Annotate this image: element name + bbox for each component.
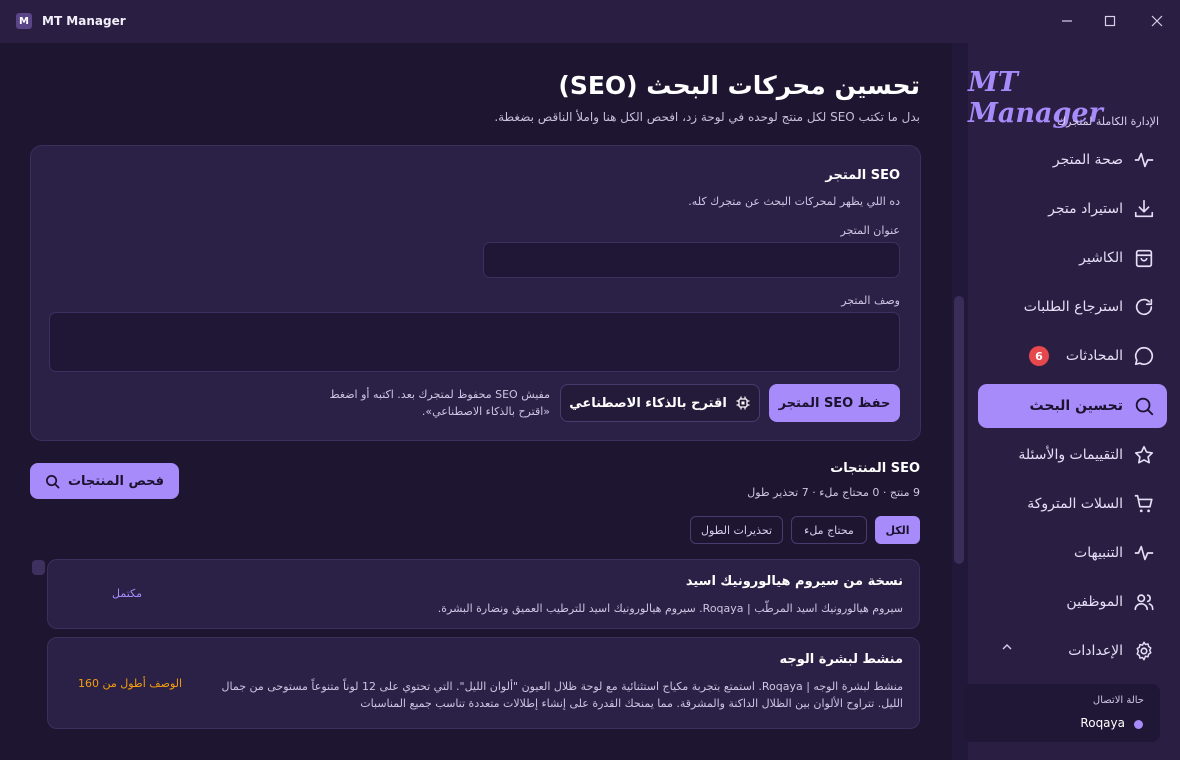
filter-needs-fill[interactable]: محتاج ملء: [791, 516, 867, 544]
product-title: منشط لبشرة الوجه: [779, 652, 903, 667]
cart-icon: [1132, 492, 1156, 516]
connection-status-label: حالة الاتصال: [1092, 695, 1144, 706]
connection-status-card: حالة الاتصال Roqaya: [964, 684, 1160, 742]
close-icon: [1151, 15, 1163, 27]
store-seo-title: SEO المتجر: [825, 168, 900, 183]
sidebar-item-alerts[interactable]: التنبيهات: [978, 531, 1167, 575]
minimize-button[interactable]: [1052, 8, 1082, 34]
status-badge: الوصف أطول من 160: [78, 677, 183, 690]
connection-store-name: Roqaya: [1080, 716, 1125, 730]
maximize-icon: [1104, 15, 1116, 27]
sidebar-item-label: الموظفين: [1066, 594, 1123, 610]
store-title-input[interactable]: [483, 242, 900, 278]
main-content: تحسين محركات البحث (SEO) بدل ما تكتب SEO…: [0, 43, 950, 760]
gear-icon: [1132, 639, 1156, 663]
save-store-seo-button[interactable]: حفظ SEO المتجر: [769, 384, 900, 422]
refresh-icon: [1132, 295, 1156, 319]
sidebar-item-import-store[interactable]: استيراد متجر: [978, 187, 1167, 231]
product-seo-description: منشط لبشرة الوجه | Roqaya. استمتع بتجربة…: [221, 680, 904, 710]
chip-icon: [735, 395, 751, 411]
scan-products-label: فحص المنتجات: [67, 473, 165, 489]
page-title: تحسين محركات البحث (SEO): [558, 71, 920, 100]
star-icon: [1132, 443, 1156, 467]
filter-length-warnings[interactable]: تحذيرات الطول: [690, 516, 783, 544]
sidebar-item-label: السلات المتروكة: [1027, 496, 1123, 512]
select-checkbox[interactable]: [32, 560, 45, 575]
search-icon: [1132, 394, 1156, 418]
products-seo-stats: 9 منتج · 0 محتاج ملء · 7 تحذير طول: [747, 486, 920, 499]
page-subtitle: بدل ما تكتب SEO لكل منتج لوحده في لوحة ز…: [494, 110, 920, 124]
sidebar-item-store-health[interactable]: صحة المتجر: [978, 138, 1167, 182]
product-title: نسخة من سيروم هيالورونيك اسيد: [685, 574, 903, 589]
ai-suggest-button[interactable]: اقترح بالذكاء الاصطناعي: [560, 384, 760, 422]
chats-count-badge: 6: [1029, 346, 1049, 366]
chevron-up-icon[interactable]: [1001, 641, 1013, 653]
download-icon: [1132, 197, 1156, 221]
sidebar-item-employees[interactable]: الموظفين: [978, 580, 1167, 624]
sidebar-item-label: استيراد متجر: [1048, 201, 1123, 217]
filter-all[interactable]: الكل: [875, 516, 920, 544]
sidebar-item-label: التنبيهات: [1074, 545, 1123, 561]
scan-products-button[interactable]: فحص المنتجات: [30, 463, 179, 499]
app-title: MT Manager: [42, 14, 126, 28]
sidebar: MT Manager الإدارة الكاملة لمتجرك صحة ال…: [964, 43, 1180, 760]
store-description-input[interactable]: [49, 312, 900, 372]
sidebar-item-abandoned-carts[interactable]: السلات المتروكة: [978, 482, 1167, 526]
store-seo-hint: مفيش SEO محفوظ لمتجرك بعد. اكتبه أو اضغط…: [329, 388, 550, 418]
search-icon: [45, 474, 60, 489]
product-seo-item[interactable]: نسخة من سيروم هيالورونيك اسيد سيروم هيال…: [47, 559, 920, 629]
brand-subtitle: الإدارة الكاملة لمتجرك: [1057, 115, 1159, 128]
store-title-label: عنوان المتجر: [840, 224, 900, 237]
main-scrollbar-thumb[interactable]: [954, 296, 964, 564]
sidebar-item-label: المحادثات: [1065, 348, 1123, 364]
sidebar-item-chats[interactable]: المحادثات 6: [978, 334, 1167, 378]
product-seo-description: سيروم هيالورونيك اسيد المرطّب | Roqaya. …: [437, 602, 903, 615]
sidebar-item-label: تحسين البحث: [1029, 398, 1123, 414]
close-button[interactable]: [1142, 8, 1172, 34]
sidebar-item-settings[interactable]: الإعدادات: [978, 629, 1167, 673]
sidebar-item-cashier[interactable]: الكاشير: [978, 236, 1167, 280]
sidebar-item-label: صحة المتجر: [1052, 152, 1123, 168]
maximize-button[interactable]: [1095, 8, 1125, 34]
save-store-seo-label: حفظ SEO المتجر: [778, 395, 891, 411]
store-description-label: وصف المتجر: [841, 294, 900, 307]
activity-icon: [1132, 148, 1156, 172]
sidebar-item-label: استرجاع الطلبات: [1023, 299, 1123, 315]
pulse-icon: [1132, 541, 1156, 565]
chat-icon: [1132, 344, 1156, 368]
sidebar-item-order-returns[interactable]: استرجاع الطلبات: [978, 285, 1167, 329]
products-seo-title: SEO المنتجات: [830, 461, 920, 476]
sidebar-item-label: الإعدادات: [1068, 643, 1123, 659]
status-badge: مكتمل: [112, 587, 142, 600]
ai-suggest-label: اقترح بالذكاء الاصطناعي: [569, 395, 727, 411]
sidebar-item-label: التقييمات والأسئلة: [1018, 447, 1123, 463]
users-icon: [1132, 590, 1156, 614]
store-seo-description: ده اللي يظهر لمحركات البحث عن متجرك كله.: [688, 195, 900, 208]
title-bar: M MT Manager: [0, 0, 1180, 43]
minimize-icon: [1062, 20, 1072, 22]
product-seo-item[interactable]: منشط لبشرة الوجه منشط لبشرة الوجه | Roqa…: [47, 637, 920, 729]
app-logo-icon: M: [16, 13, 32, 29]
connection-status-dot: [1134, 720, 1143, 729]
store-seo-card: SEO المتجر ده اللي يظهر لمحركات البحث عن…: [30, 145, 921, 441]
shopping-bag-icon: [1132, 246, 1156, 270]
sidebar-item-reviews[interactable]: التقييمات والأسئلة: [978, 433, 1167, 477]
sidebar-item-label: الكاشير: [1079, 250, 1123, 266]
sidebar-item-seo[interactable]: تحسين البحث: [978, 384, 1167, 428]
